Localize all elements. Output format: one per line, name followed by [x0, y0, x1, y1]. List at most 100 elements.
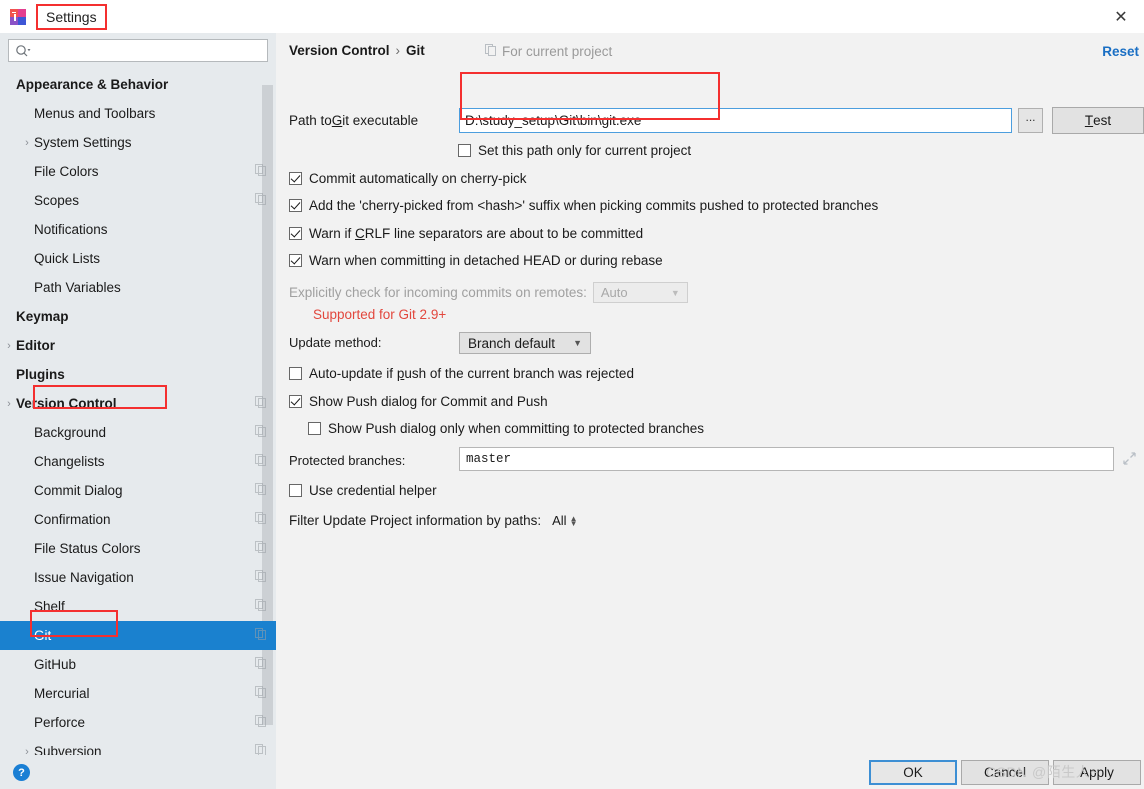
protected-branches-input[interactable] [459, 447, 1114, 471]
git-executable-path-input[interactable] [459, 108, 1012, 133]
sidebar-item-keymap[interactable]: Keymap [0, 302, 276, 331]
copy-icon [485, 44, 496, 59]
breadcrumb-current: Git [406, 43, 425, 58]
path-label-post: it executable [342, 113, 419, 128]
auto-update-push-rejected-row[interactable]: Auto-update if push of the current branc… [289, 366, 634, 381]
sidebar-item-github[interactable]: GitHub [0, 650, 276, 679]
sidebar-item-label: Changelists [34, 454, 105, 469]
search-box[interactable] [8, 39, 268, 62]
show-push-dialog-protected-row[interactable]: Show Push dialog only when committing to… [308, 421, 704, 436]
use-credential-helper-checkbox[interactable] [289, 484, 302, 497]
close-icon[interactable]: ✕ [1098, 0, 1144, 33]
auto-update-push-rejected-checkbox[interactable] [289, 367, 302, 380]
use-credential-helper-row[interactable]: Use credential helper [289, 483, 437, 498]
warn-detached-head-label: Warn when committing in detached HEAD or… [309, 253, 663, 268]
show-push-dialog-row[interactable]: Show Push dialog for Commit and Push [289, 394, 548, 409]
settings-sidebar: Appearance & Behavior Menus and Toolbars ›… [0, 33, 276, 759]
warn-detached-head-row[interactable]: Warn when committing in detached HEAD or… [289, 253, 663, 268]
show-push-dialog-checkbox[interactable] [289, 395, 302, 408]
sidebar-item-quick-lists[interactable]: Quick Lists [0, 244, 276, 273]
browse-button[interactable]: ... [1018, 108, 1043, 133]
test-button[interactable]: Test [1052, 107, 1144, 134]
sidebar-item-shelf[interactable]: Shelf [0, 592, 276, 621]
protected-branches-label: Protected branches: [289, 453, 406, 468]
sidebar-item-plugins[interactable]: Plugins [0, 360, 276, 389]
sidebar-item-label: Version Control [16, 396, 117, 411]
warn-crlf-accel: C [355, 226, 365, 241]
settings-tree: Appearance & Behavior Menus and Toolbars ›… [0, 70, 276, 766]
title-bar: Settings ✕ [0, 0, 1144, 33]
sidebar-item-label: Issue Navigation [34, 570, 134, 585]
commit-automatically-cherry-pick-row[interactable]: Commit automatically on cherry-pick [289, 171, 527, 186]
search-wrapper [0, 33, 276, 70]
warn-crlf-checkbox[interactable] [289, 227, 302, 240]
commit-automatically-cherry-pick-checkbox[interactable] [289, 172, 302, 185]
add-cherry-picked-suffix-checkbox[interactable] [289, 199, 302, 212]
sidebar-item-system-settings[interactable]: › System Settings [0, 128, 276, 157]
sidebar-item-version-control[interactable]: › Version Control [0, 389, 276, 418]
sidebar-item-changelists[interactable]: Changelists [0, 447, 276, 476]
sidebar-item-label: Commit Dialog [34, 483, 123, 498]
show-push-dialog-protected-checkbox[interactable] [308, 422, 321, 435]
sidebar-item-file-colors[interactable]: File Colors [0, 157, 276, 186]
copy-icon [255, 512, 266, 527]
add-cherry-picked-suffix-label: Add the 'cherry-picked from <hash>' suff… [309, 198, 879, 213]
sidebar-item-background[interactable]: Background [0, 418, 276, 447]
warn-crlf-pre: Warn if [309, 226, 356, 241]
warn-crlf-post: RLF line separators are about to be comm… [364, 226, 644, 241]
ok-button[interactable]: OK [869, 760, 957, 785]
cancel-button[interactable]: Cancel [961, 760, 1049, 785]
breadcrumb-parent[interactable]: Version Control [289, 43, 390, 58]
git-settings-panel: Version Control › Git For current project … [276, 33, 1144, 755]
explicit-check-value: Auto [600, 285, 628, 300]
sidebar-item-scopes[interactable]: Scopes [0, 186, 276, 215]
sidebar-item-label: Path Variables [34, 280, 121, 295]
search-input[interactable] [31, 41, 267, 60]
sidebar-item-path-variables[interactable]: Path Variables [0, 273, 276, 302]
warn-detached-head-checkbox[interactable] [289, 254, 302, 267]
for-current-project-label: For current project [485, 44, 612, 59]
sidebar-item-file-status-colors[interactable]: File Status Colors [0, 534, 276, 563]
update-method-select[interactable]: Branch default ▼ [459, 332, 591, 354]
auto-update-post: ush of the current branch was rejected [404, 366, 634, 381]
copy-icon [255, 483, 266, 498]
chevron-right-icon[interactable]: › [20, 136, 34, 150]
help-button[interactable]: ? [13, 764, 30, 781]
sidebar-item-label: System Settings [34, 135, 132, 150]
add-cherry-picked-suffix-row[interactable]: Add the 'cherry-picked from <hash>' suff… [289, 198, 878, 213]
set-path-only-checkbox[interactable] [458, 144, 471, 157]
test-button-label: est [1093, 113, 1112, 128]
test-button-accel: T [1084, 113, 1094, 128]
reset-link[interactable]: Reset [1102, 44, 1139, 59]
for-current-project-text: For current project [502, 44, 613, 59]
search-icon [15, 44, 31, 58]
sidebar-item-label: Mercurial [34, 686, 90, 701]
sidebar-item-editor[interactable]: › Editor [0, 331, 276, 360]
expand-icon[interactable] [1123, 452, 1136, 468]
show-push-dialog-protected-label: Show Push dialog only when committing to… [328, 421, 704, 436]
sidebar-item-label: Background [34, 425, 107, 440]
filter-update-project-row: Filter Update Project information by pat… [289, 513, 578, 528]
use-credential-helper-label: Use credential helper [309, 483, 437, 498]
sidebar-item-label: Shelf [34, 599, 65, 614]
path-label-accel: G [331, 113, 343, 128]
sidebar-item-confirmation[interactable]: Confirmation [0, 505, 276, 534]
sidebar-item-appearance-behavior[interactable]: Appearance & Behavior [0, 70, 276, 99]
warn-crlf-row[interactable]: Warn if CRLF line separators are about t… [289, 226, 643, 241]
sidebar-item-menus-and-toolbars[interactable]: Menus and Toolbars [0, 99, 276, 128]
sidebar-item-perforce[interactable]: Perforce [0, 708, 276, 737]
breadcrumb-separator: › [395, 43, 401, 58]
sidebar-item-git[interactable]: Git [0, 621, 276, 650]
sidebar-item-mercurial[interactable]: Mercurial [0, 679, 276, 708]
set-path-only-checkbox-row[interactable]: Set this path only for current project [458, 143, 691, 158]
sidebar-item-issue-navigation[interactable]: Issue Navigation [0, 563, 276, 592]
sidebar-item-notifications[interactable]: Notifications [0, 215, 276, 244]
chevron-right-icon[interactable]: › [2, 339, 16, 353]
apply-button[interactable]: Apply [1053, 760, 1141, 785]
copy-icon [255, 541, 266, 556]
sidebar-item-label: File Colors [34, 164, 99, 179]
chevron-right-icon[interactable]: › [2, 397, 16, 411]
sidebar-item-label: Plugins [16, 367, 65, 382]
sidebar-item-commit-dialog[interactable]: Commit Dialog [0, 476, 276, 505]
filter-update-project-value-control[interactable]: All ▲ ▼ [552, 513, 577, 528]
